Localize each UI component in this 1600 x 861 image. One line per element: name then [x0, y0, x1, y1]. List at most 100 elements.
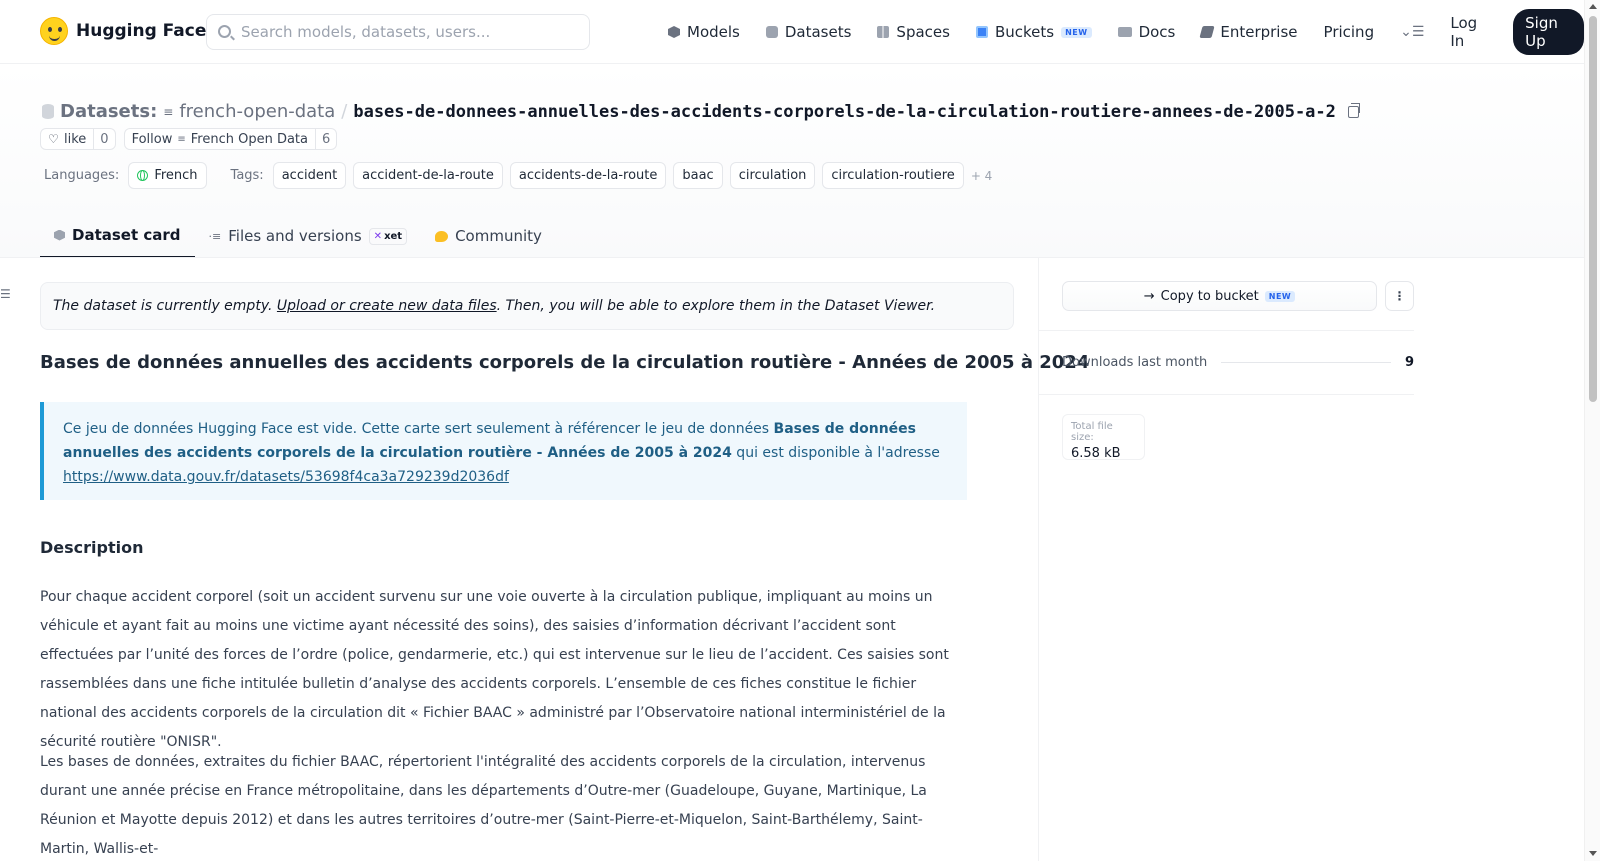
- arrow-right-icon: →: [1143, 288, 1155, 304]
- copy-bucket-label: Copy to bucket: [1160, 288, 1259, 304]
- home-link[interactable]: Hugging Face: [40, 17, 206, 45]
- tab-label: Community: [455, 227, 542, 245]
- copy-icon[interactable]: [1347, 102, 1360, 118]
- downloads-sparkline: [1221, 362, 1391, 363]
- scroll-thumb[interactable]: [1589, 16, 1597, 402]
- file-size-box: Total file size: 6.58 kB: [1062, 414, 1145, 461]
- breadcrumb-section[interactable]: Datasets:: [60, 101, 157, 122]
- nav-label: Spaces: [896, 23, 950, 41]
- tag-item[interactable]: accident: [272, 162, 347, 189]
- like-label: like: [64, 131, 87, 147]
- tag-item[interactable]: circulation: [729, 162, 816, 189]
- more-options-icon[interactable]: ⋮: [1385, 281, 1414, 311]
- heart-icon: ♡: [48, 132, 59, 146]
- new-badge: NEW: [1061, 26, 1092, 38]
- enterprise-icon: [1199, 26, 1215, 38]
- xet-icon: ✕: [373, 230, 383, 242]
- brand-name: Hugging Face: [76, 21, 207, 41]
- card-title: Bases de données annuelles des accidents…: [40, 352, 1090, 373]
- nav-label: Docs: [1138, 23, 1176, 41]
- scroll-up-icon[interactable]: [1589, 4, 1597, 9]
- callout-mid: qui est disponible à l'adresse: [731, 445, 940, 461]
- search-icon: [218, 25, 231, 38]
- search-input[interactable]: Search models, datasets, users...: [206, 14, 590, 50]
- database-icon: [42, 104, 54, 119]
- empty-dataset-notice: The dataset is currently empty. Upload o…: [40, 282, 1014, 330]
- sidebar-divider: [1038, 258, 1039, 861]
- reference-callout: Ce jeu de données Hugging Face est vide.…: [40, 402, 967, 500]
- nav-label: Buckets: [994, 23, 1055, 41]
- nav-models[interactable]: Models: [668, 23, 740, 41]
- tab-label: Files and versions: [228, 227, 362, 245]
- files-icon: ·≡: [208, 229, 222, 243]
- repo-actions: ♡ like 0 Follow ≡ French Open Data 6: [40, 128, 338, 150]
- xet-badge: ✕ xet: [368, 227, 408, 245]
- follow-label: Follow: [131, 131, 173, 147]
- tab-label: Dataset card: [72, 226, 181, 244]
- tag-item[interactable]: baac: [673, 162, 723, 189]
- metadata-tags: Languages: French Tags: accident acciden…: [44, 162, 992, 189]
- scroll-down-icon[interactable]: [1589, 851, 1597, 856]
- cube-icon: [668, 26, 680, 38]
- tag-item[interactable]: accident-de-la-route: [353, 162, 503, 189]
- follow-org: French Open Data: [190, 131, 308, 147]
- hugging-face-logo-icon: [40, 17, 68, 45]
- tab-files-and-versions[interactable]: ·≡ Files and versions ✕ xet: [195, 214, 422, 258]
- search-placeholder: Search models, datasets, users...: [241, 23, 491, 41]
- description-paragraph: Pour chaque accident corporel (soit un a…: [40, 589, 949, 750]
- language-name: French: [154, 168, 198, 183]
- downloads-stat: Downloads last month 9: [1062, 355, 1414, 370]
- file-size-value: 6.58 kB: [1071, 446, 1121, 461]
- more-tags-button[interactable]: + 4: [971, 169, 993, 183]
- chat-bubble-icon: [435, 230, 449, 242]
- login-link[interactable]: Log In: [1450, 14, 1487, 50]
- like-button[interactable]: ♡ like 0: [40, 128, 116, 150]
- downloads-label: Downloads last month: [1062, 355, 1208, 370]
- nav-docs[interactable]: Docs: [1117, 23, 1176, 41]
- tab-dataset-card[interactable]: Dataset card: [40, 214, 195, 258]
- database-icon: [765, 26, 778, 38]
- sidebar-divider-line: [1039, 394, 1414, 395]
- upload-files-link[interactable]: Upload or create new data files: [277, 298, 497, 314]
- dataset-source-link[interactable]: https://www.data.gouv.fr/datasets/53698f…: [63, 469, 509, 485]
- top-navigation: Hugging Face Search models, datasets, us…: [0, 0, 1584, 64]
- cube-icon: [54, 229, 65, 241]
- xet-label: xet: [384, 230, 403, 242]
- book-icon: [1117, 27, 1132, 37]
- follow-button[interactable]: Follow ≡ French Open Data 6: [123, 128, 338, 150]
- more-menu-icon[interactable]: ⌄☰: [1400, 24, 1424, 40]
- org-icon: ≡: [177, 133, 186, 145]
- nav-spaces[interactable]: Spaces: [877, 23, 950, 41]
- signup-button[interactable]: Sign Up: [1513, 9, 1584, 55]
- like-main: ♡ like: [41, 129, 93, 149]
- nav-label: Pricing: [1323, 23, 1375, 41]
- downloads-value: 9: [1404, 355, 1414, 370]
- tag-item[interactable]: accidents-de-la-route: [509, 162, 667, 189]
- languages-label: Languages:: [44, 168, 120, 183]
- bucket-icon: [975, 26, 988, 38]
- nav-label: Datasets: [784, 23, 852, 41]
- nav-label: Enterprise: [1220, 23, 1298, 41]
- breadcrumb: Datasets: ≡ french-open-data / bases-de-…: [42, 101, 1360, 122]
- notice-text: The dataset is currently empty.: [53, 298, 273, 314]
- page-scrollbar[interactable]: [1584, 0, 1600, 861]
- nav-buckets[interactable]: Buckets NEW: [975, 23, 1092, 41]
- toc-toggle-icon[interactable]: ☰: [0, 287, 11, 301]
- repo-name[interactable]: bases-de-donnees-annuelles-des-accidents…: [353, 102, 1336, 122]
- nav-enterprise[interactable]: Enterprise: [1199, 23, 1298, 41]
- language-tag[interactable]: French: [128, 162, 207, 189]
- follow-main: Follow ≡ French Open Data: [125, 129, 315, 149]
- tag-item[interactable]: circulation-routiere: [822, 162, 964, 189]
- description-paragraph: Les bases de données, extraites du fichi…: [40, 754, 927, 857]
- tabs-divider: [0, 257, 1584, 258]
- nav-pricing[interactable]: Pricing: [1324, 23, 1375, 41]
- breadcrumb-separator: /: [341, 101, 348, 122]
- tags-label: Tags:: [230, 168, 264, 183]
- callout-intro: Ce jeu de données Hugging Face est vide.…: [63, 421, 774, 437]
- file-size-label: Total file size:: [1071, 421, 1113, 443]
- copy-to-bucket-button[interactable]: → Copy to bucket NEW: [1062, 281, 1377, 311]
- nav-datasets[interactable]: Datasets: [765, 23, 852, 41]
- breadcrumb-org[interactable]: french-open-data: [179, 101, 335, 122]
- tab-community[interactable]: Community: [421, 214, 556, 258]
- repo-tabs: Dataset card ·≡ Files and versions ✕ xet …: [40, 214, 556, 258]
